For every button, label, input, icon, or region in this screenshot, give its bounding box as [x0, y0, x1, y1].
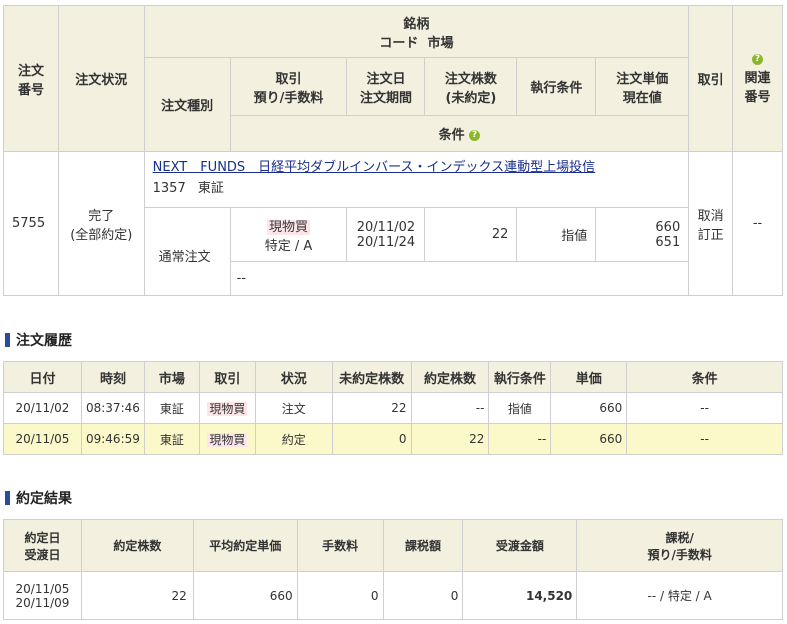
unit-price-cell: 660 651 — [595, 207, 690, 262]
order-date-header: 注文日 注文期間 — [346, 57, 426, 116]
issue-cell: NEXT FUNDS 日経平均ダブルインバース・インデックス連動型上場投信 13… — [143, 151, 690, 208]
table-row: 20/11/05 09:46:59 東証 現物買 約定 0 22 -- 660 … — [3, 423, 783, 455]
table-row: 20/11/02 08:37:46 東証 現物買 注文 22 -- 指値 660… — [3, 392, 783, 424]
history-col-trade: 取引 — [198, 361, 256, 393]
account-type: 特定 / A — [264, 238, 313, 254]
condition-header: 条件 ? — [229, 115, 690, 152]
history-col-date: 日付 — [3, 361, 82, 393]
history-section-title: 注文履歴 — [5, 330, 72, 350]
section-marker-icon — [5, 491, 10, 505]
trade-type-badge: 現物買 — [267, 219, 311, 235]
order-status-header: 注文状況 — [57, 5, 145, 152]
trade-fee-cell: 現物買 特定 / A — [229, 207, 348, 262]
order-no-header: 注文 番号 — [3, 5, 59, 152]
history-col-market: 市場 — [143, 361, 200, 393]
order-type-header: 注文種別 — [143, 57, 231, 152]
correct-link[interactable]: 訂正 — [689, 224, 732, 243]
trade-fee-header: 取引 預り/手数料 — [229, 57, 348, 116]
condition-cell: -- — [229, 261, 690, 296]
result-col-avg-price: 平均約定単価 — [192, 519, 298, 572]
help-icon[interactable]: ? — [469, 130, 481, 141]
unit-price-header: 注文単価 現在値 — [595, 57, 690, 116]
result-col-date: 約定日 受渡日 — [3, 519, 82, 572]
issue-name-link[interactable]: NEXT FUNDS 日経平均ダブルインバース・インデックス連動型上場投信 — [153, 156, 681, 175]
related-no-cell: -- — [732, 151, 783, 296]
order-date-cell: 20/11/02 20/11/24 — [346, 207, 426, 262]
order-qty-cell: 22 — [424, 207, 518, 262]
history-col-price: 単価 — [550, 361, 628, 393]
result-col-tax-type: 課税/ 預り/手数料 — [576, 519, 783, 572]
exec-condition-header: 執行条件 — [516, 57, 597, 116]
history-col-exec: 執行条件 — [488, 361, 552, 393]
result-col-amount: 受渡金額 — [462, 519, 578, 572]
history-col-filled: 約定株数 — [410, 361, 490, 393]
order-detail-table: 注文 番号 注文状況 銘柄 コード 市場 取引 ? 関連 番号 注文種別 取引 … — [3, 5, 783, 296]
execution-result-table: 約定日 受渡日 約定株数 平均約定単価 手数料 課税額 受渡金額 課税/ 預り/… — [3, 519, 783, 620]
result-col-tax: 課税額 — [382, 519, 464, 572]
order-status-cell: 完了 (全部約定) — [57, 151, 145, 296]
issue-market: 東証 — [197, 181, 224, 196]
result-col-fee: 手数料 — [296, 519, 384, 572]
order-no-cell: 5755 — [3, 151, 59, 296]
order-history-table: 日付 時刻 市場 取引 状況 未約定株数 約定株数 執行条件 単価 条件 20/… — [3, 361, 783, 455]
issue-header: 銘柄 コード 市場 — [143, 5, 690, 58]
issue-code: 1357 — [152, 181, 186, 196]
history-col-status: 状況 — [254, 361, 333, 393]
order-qty-header: 注文株数 (未約定) — [424, 57, 518, 116]
history-col-unfilled: 未約定株数 — [331, 361, 412, 393]
table-row: 20/11/05 20/11/09 22 660 0 0 14,520 -- /… — [3, 571, 783, 620]
section-marker-icon — [5, 333, 10, 347]
trade-action-cell: 取消 訂正 — [688, 151, 734, 296]
order-type-cell: 通常注文 — [143, 207, 231, 296]
history-col-condition: 条件 — [626, 361, 783, 393]
result-col-qty: 約定株数 — [80, 519, 194, 572]
code-market-header: コード 市場 — [379, 35, 454, 51]
trade-header: 取引 — [688, 5, 734, 152]
related-no-header: ? 関連 番号 — [732, 5, 783, 152]
exec-condition-cell: 指値 — [516, 207, 597, 262]
history-col-time: 時刻 — [80, 361, 145, 393]
result-section-title: 約定結果 — [5, 488, 72, 508]
help-icon[interactable]: ? — [752, 54, 764, 65]
cancel-link[interactable]: 取消 — [689, 205, 732, 224]
